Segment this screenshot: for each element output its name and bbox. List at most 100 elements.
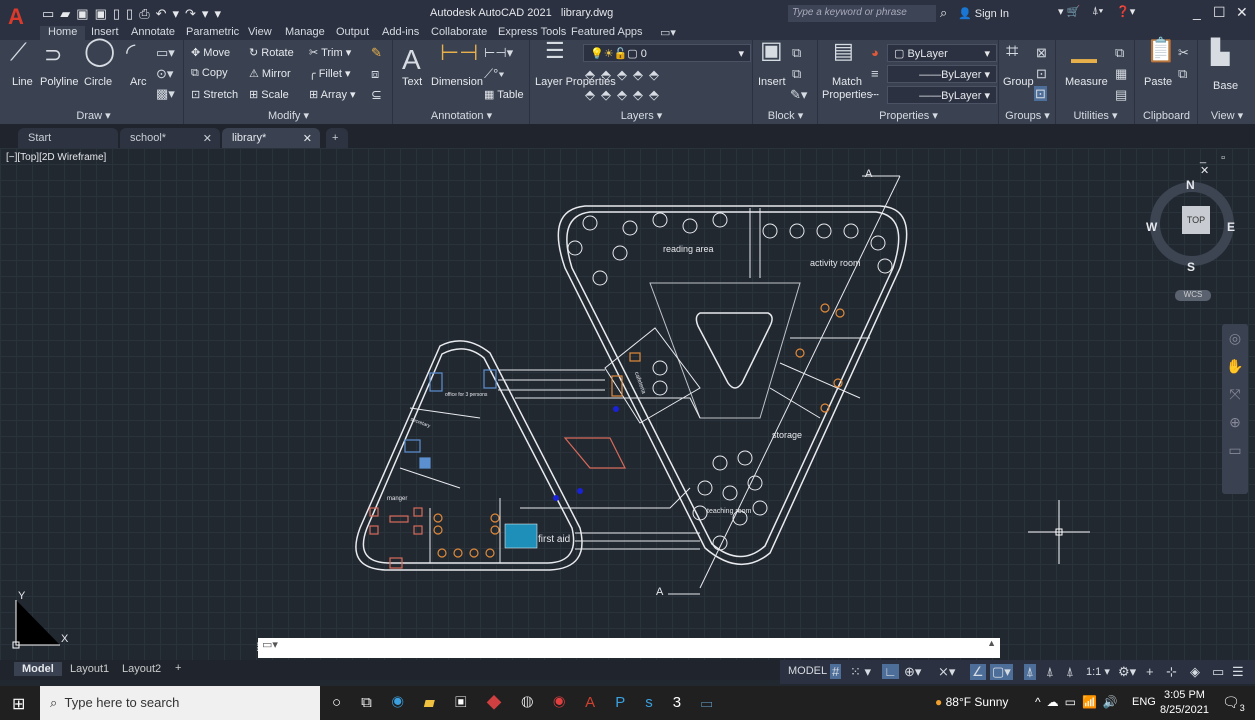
save-as-icon[interactable]: ▣	[95, 6, 113, 21]
notifications-icon[interactable]: 🗨3	[1222, 694, 1245, 713]
polar-icon[interactable]: ⊕▾	[904, 664, 921, 680]
dimension-button[interactable]: Dimension	[431, 76, 483, 88]
grid-icon[interactable]: #	[830, 664, 842, 679]
isodraft-icon[interactable]: ⨯▾	[938, 664, 955, 680]
arc-icon[interactable]: ◜	[126, 41, 135, 65]
taskbar-search-input[interactable]: ⌕ Type here to search	[40, 686, 320, 720]
new-icon[interactable]: ▭	[42, 6, 60, 21]
ungroup-icon[interactable]: ⊠	[1036, 46, 1047, 59]
annotation-panel-title[interactable]: Annotation ▾	[394, 109, 529, 122]
redo-icon[interactable]: ↷▾	[185, 6, 214, 21]
block-attribute-icon[interactable]: ✎▾	[790, 88, 807, 101]
close-tab-icon[interactable]: ✕	[203, 132, 212, 145]
tab-view[interactable]: View	[248, 26, 272, 38]
open-web-icon[interactable]: ▯	[113, 6, 126, 21]
close-button[interactable]: ✕	[1236, 4, 1248, 21]
tab-model[interactable]: Model	[14, 662, 62, 676]
polyline-button[interactable]: Polyline	[40, 76, 79, 88]
mirror-button[interactable]: ⚠ Mirror	[249, 67, 291, 80]
tab-parametric[interactable]: Parametric	[186, 26, 239, 38]
auto-scale-icon[interactable]: ⍋	[1046, 664, 1054, 680]
rectangle-icon[interactable]: ▭▾	[156, 46, 175, 59]
hatch-icon[interactable]: ▩▾	[156, 87, 175, 100]
text-button[interactable]: Text	[402, 76, 422, 88]
layer-properties-icon[interactable]: ☰	[545, 40, 565, 62]
annotation-scale-icon[interactable]: ⍋	[1066, 664, 1074, 680]
layer-tools-icon[interactable]: ⬘⬘⬘⬘⬘	[585, 68, 665, 81]
match-properties-button[interactable]: Match Properties	[822, 76, 872, 102]
line-icon[interactable]: ⟋	[10, 41, 27, 65]
scale-dropdown[interactable]: 1:1 ▾	[1086, 665, 1110, 678]
system-tray-icons[interactable]: ^☁▭📶🔊	[1035, 695, 1124, 709]
copy-clip-icon[interactable]: ⧉	[1178, 67, 1187, 80]
trim-button[interactable]: ✂ Trim ▾	[309, 46, 351, 59]
table-button[interactable]: ▦ Table	[484, 88, 524, 101]
paste-button[interactable]: Paste	[1144, 76, 1172, 88]
circle-icon[interactable]: ◯	[84, 37, 115, 65]
windows-start-icon[interactable]: ⊞	[12, 694, 25, 714]
clean-screen-icon[interactable]: ▭	[1212, 664, 1224, 680]
base-button[interactable]: Base	[1213, 80, 1238, 92]
autodesk-app-icon[interactable]: ⍋▾	[1092, 5, 1103, 18]
minimize-button[interactable]: _	[1193, 4, 1201, 20]
properties-panel-title[interactable]: Properties ▾	[819, 109, 998, 122]
move-button[interactable]: ✥ Move	[191, 46, 230, 59]
line-button[interactable]: Line	[12, 76, 33, 88]
tab-layout1[interactable]: Layout1	[70, 663, 109, 675]
ortho-icon[interactable]: ∟	[882, 664, 899, 679]
drawing-viewport[interactable]: [−][Top][2D Wireframe] _ ▫ ✕ TOP N S E W…	[0, 148, 1255, 660]
new-tab-button[interactable]: +	[326, 128, 348, 148]
customize-icon[interactable]: ▾	[214, 6, 227, 21]
draw-panel-title[interactable]: Draw ▾	[4, 109, 183, 122]
text-icon[interactable]: A	[402, 46, 421, 74]
calculator-icon[interactable]: ▤	[1115, 88, 1127, 101]
save-icon[interactable]: ▣	[76, 6, 94, 21]
create-block-icon[interactable]: ⧉	[792, 46, 801, 59]
array-button[interactable]: ⊞ Array ▾	[309, 88, 356, 101]
cart-icon[interactable]: ▾ 🛒	[1058, 5, 1080, 18]
save-web-icon[interactable]: ▯	[126, 6, 139, 21]
quick-select-icon[interactable]: ⧉	[1115, 46, 1124, 59]
block-panel-title[interactable]: Block ▾	[754, 109, 817, 122]
lineweight-dropdown[interactable]: ——ByLayer ▾	[887, 86, 997, 104]
explode-icon[interactable]: ⧈	[371, 67, 379, 80]
tab-layout2[interactable]: Layout2	[122, 663, 161, 675]
copy-button[interactable]: ⧉ Copy	[191, 67, 228, 80]
select-all-icon[interactable]: ▦	[1115, 67, 1127, 80]
command-line-input[interactable]: ▭▾ ▲	[258, 638, 1000, 658]
ellipse-icon[interactable]: ⊙▾	[156, 67, 173, 80]
group-button[interactable]: Group	[1003, 76, 1034, 88]
object-snap-icon[interactable]: ▢▾	[990, 664, 1013, 680]
weather-widget[interactable]: ● 88°F Sunny	[935, 695, 1008, 709]
undo-icon[interactable]: ↶▾	[156, 6, 185, 21]
doc-tab-start[interactable]: Start	[18, 128, 118, 148]
search-icon[interactable]: ⌕	[940, 5, 947, 21]
layer-dropdown[interactable]: 💡☀🔓▢ 0 ▾	[583, 44, 751, 62]
doc-tab-library[interactable]: library* ✕	[222, 128, 320, 148]
erase-icon[interactable]: ✎	[371, 46, 382, 59]
color-wheel-icon[interactable]: ◕	[871, 46, 879, 59]
paste-icon[interactable]: 📋	[1146, 39, 1176, 63]
insert-button[interactable]: Insert	[758, 76, 786, 88]
taskbar-apps[interactable]: ○⧉◉▰▣◆◍◉APs3▭	[332, 694, 732, 711]
offset-icon[interactable]: ⊆	[371, 88, 382, 101]
scale-button[interactable]: ⊞ Scale	[249, 88, 289, 101]
rotate-button[interactable]: ↻ Rotate	[249, 46, 294, 59]
tab-collaborate[interactable]: Collaborate	[431, 26, 487, 38]
linear-dim-icon[interactable]: ⊢⊣▾	[484, 46, 513, 59]
search-input[interactable]: Type a keyword or phrase	[788, 5, 936, 22]
group-select-icon[interactable]: ⊡	[1034, 86, 1047, 101]
units-icon[interactable]: ⊹	[1166, 664, 1177, 680]
measure-icon[interactable]: ▬▬	[1071, 52, 1097, 65]
layer-tools-2-icon[interactable]: ⬘⬘⬘⬘⬘	[585, 88, 665, 101]
isolate-objects-icon[interactable]: ◈	[1190, 664, 1200, 680]
open-icon[interactable]: ▰	[60, 6, 76, 21]
tab-featured-apps[interactable]: Featured Apps	[571, 26, 643, 38]
view-panel-title[interactable]: View ▾	[1199, 109, 1255, 122]
layers-panel-title[interactable]: Layers ▾	[531, 109, 752, 122]
base-view-icon[interactable]: ▙	[1211, 41, 1229, 65]
command-history-icon[interactable]: ▭▾	[258, 639, 278, 651]
utilities-panel-title[interactable]: Utilities ▾	[1057, 109, 1134, 122]
tab-annotate[interactable]: Annotate	[131, 26, 175, 38]
maximize-button[interactable]: ☐	[1213, 4, 1226, 21]
